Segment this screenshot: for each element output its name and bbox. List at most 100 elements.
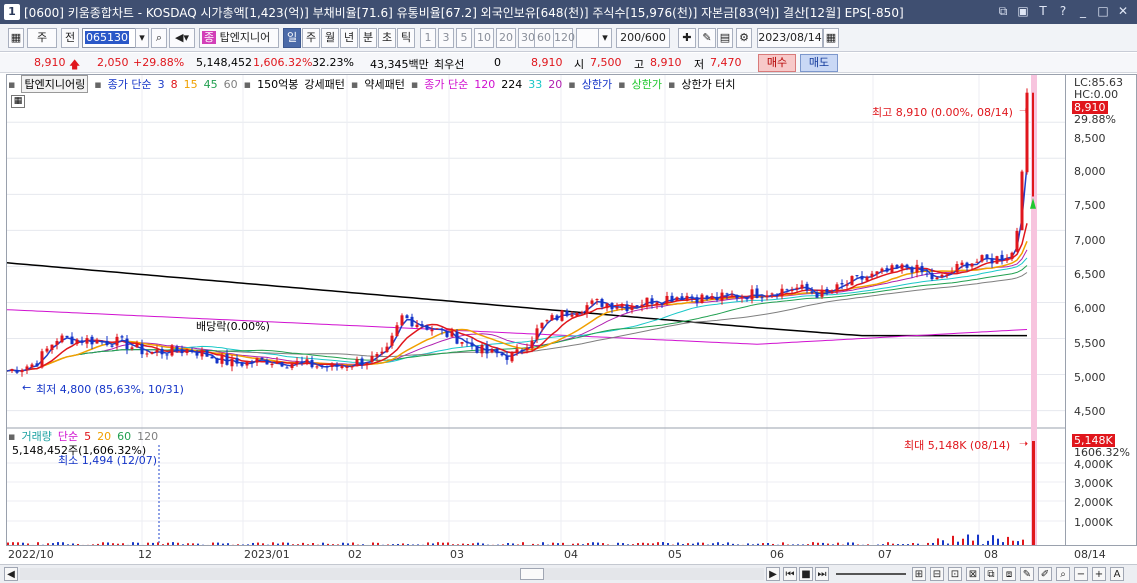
- settings-icon[interactable]: ⚙: [736, 28, 752, 48]
- bar-count-total: /600: [641, 31, 666, 44]
- candle-body: [30, 364, 34, 368]
- custom-dropdown-icon[interactable]: ▾: [598, 28, 612, 48]
- view2-icon[interactable]: ⊟: [930, 567, 944, 581]
- period-day[interactable]: 일: [283, 28, 301, 48]
- volume-ma-20[interactable]: 20: [97, 430, 111, 443]
- help-icon[interactable]: ?: [1055, 3, 1071, 19]
- ma-60-line: [7, 272, 1028, 372]
- ma-15[interactable]: 15: [184, 78, 198, 91]
- date-axis[interactable]: 2022/10 12 2023/01 02 03 04 05 06 07 08 …: [6, 545, 1137, 563]
- period-year[interactable]: 년: [340, 28, 358, 48]
- candle-body: [310, 360, 314, 368]
- stock-type-select[interactable]: 주: [27, 28, 57, 48]
- ma-60[interactable]: 60: [224, 78, 238, 91]
- candle-body: [265, 360, 269, 365]
- zoom-search-icon[interactable]: ⌕: [1056, 567, 1070, 581]
- ma-3[interactable]: 3: [158, 78, 165, 91]
- period-month[interactable]: 월: [321, 28, 339, 48]
- minute-10[interactable]: 10: [474, 28, 494, 48]
- maximize-icon[interactable]: □: [1095, 3, 1111, 19]
- candle-body: [680, 296, 684, 300]
- scroll-track[interactable]: [20, 568, 764, 580]
- candle-body: [990, 258, 994, 264]
- period-minute[interactable]: 분: [359, 28, 377, 48]
- legend-upper-limit-2[interactable]: 상한가: [632, 76, 662, 92]
- minute-3[interactable]: 3: [438, 28, 454, 48]
- layout-icon[interactable]: ▦: [8, 28, 24, 48]
- ma-224-line: [7, 262, 1027, 337]
- crosshair-icon[interactable]: ✚: [678, 28, 696, 48]
- code-dropdown-icon[interactable]: ▾: [135, 28, 149, 48]
- legend-upper-limit[interactable]: 상한가: [582, 76, 612, 92]
- link-icon[interactable]: ⧉: [995, 3, 1011, 19]
- minimize-icon[interactable]: _: [1075, 3, 1091, 19]
- window-title: [0600] 키움종합차트 - KOSDAQ 시가총액[1,423(억)] 부채…: [24, 5, 904, 20]
- candle-body: [120, 336, 124, 338]
- compare-icon[interactable]: ⧉: [984, 567, 998, 581]
- restore-icon[interactable]: ▣: [1015, 3, 1031, 19]
- chart-canvas[interactable]: [7, 75, 1066, 546]
- ma-33[interactable]: 33: [528, 78, 542, 91]
- font-icon[interactable]: T: [1035, 3, 1051, 19]
- candle-body: [570, 314, 574, 317]
- minute-5[interactable]: 5: [456, 28, 472, 48]
- first-icon[interactable]: ⏮: [783, 567, 797, 581]
- link2-icon[interactable]: ⧈: [1002, 567, 1016, 581]
- bar-count-input[interactable]: 200/600: [616, 28, 670, 48]
- sell-button[interactable]: 매도: [800, 54, 838, 72]
- sound-icon[interactable]: ◀▾: [169, 28, 195, 48]
- legend-upper-touch[interactable]: 상한가 터치: [681, 76, 735, 92]
- chart-area[interactable]: [6, 74, 1066, 546]
- candle-body: [490, 349, 494, 353]
- ma2-label[interactable]: 종가 단순: [424, 76, 468, 92]
- tool2-icon[interactable]: ✐: [1038, 567, 1052, 581]
- stop-icon[interactable]: ■: [799, 567, 813, 581]
- legend-150-candle[interactable]: 150억봉: [257, 76, 298, 92]
- close-icon[interactable]: ✕: [1115, 3, 1131, 19]
- tool-icon[interactable]: ✎: [1020, 567, 1034, 581]
- market-select[interactable]: 전: [61, 28, 79, 48]
- period-week[interactable]: 주: [302, 28, 320, 48]
- scroll-thumb[interactable]: [520, 568, 544, 580]
- period-second[interactable]: 초: [378, 28, 396, 48]
- bottom-scrollbar[interactable]: ◀ ▶ ⏮ ■ ⏭ ⊞ ⊟ ⊡ ⊠ ⧉ ⧈ ✎ ✐ ⌕ − + A: [0, 564, 1137, 583]
- candle-body: [330, 363, 334, 367]
- zoom-in-icon[interactable]: +: [1092, 567, 1106, 581]
- minute-20[interactable]: 20: [496, 28, 516, 48]
- ma-label[interactable]: 종가 단순: [108, 76, 152, 92]
- scroll-right-icon[interactable]: ▶: [766, 567, 780, 581]
- volume-ma-5[interactable]: 5: [84, 430, 91, 443]
- mode2-icon[interactable]: ⊠: [966, 567, 980, 581]
- legend-bull-pattern[interactable]: 강세패턴: [304, 76, 344, 92]
- last-icon[interactable]: ⏭: [815, 567, 829, 581]
- draw-tool-icon[interactable]: ✎: [698, 28, 716, 48]
- legend-bear-pattern[interactable]: 약세패턴: [364, 76, 404, 92]
- mode-icon[interactable]: ⊡: [948, 567, 962, 581]
- table-icon[interactable]: ▦: [11, 95, 25, 108]
- volume-ma-60[interactable]: 60: [117, 430, 131, 443]
- candle-body: [300, 361, 304, 363]
- ma-120[interactable]: 120: [474, 78, 495, 91]
- ma-20[interactable]: 20: [548, 78, 562, 91]
- zoom-out-icon[interactable]: −: [1074, 567, 1088, 581]
- ma-8[interactable]: 8: [171, 78, 178, 91]
- stock-legend-name[interactable]: 탑엔지니어링: [21, 75, 89, 93]
- minute-120[interactable]: 120: [553, 28, 575, 48]
- minute-60[interactable]: 60: [534, 28, 554, 48]
- calendar-icon[interactable]: ▦: [823, 28, 839, 48]
- scroll-left-icon[interactable]: ◀: [4, 567, 18, 581]
- stock-name-field[interactable]: 종 탑엔지니어: [199, 28, 279, 48]
- ma-45[interactable]: 45: [204, 78, 218, 91]
- font-size-icon[interactable]: A: [1110, 567, 1124, 581]
- view-icon[interactable]: ⊞: [912, 567, 926, 581]
- minute-1[interactable]: 1: [420, 28, 436, 48]
- save-icon[interactable]: ▤: [717, 28, 733, 48]
- period-tick[interactable]: 틱: [397, 28, 415, 48]
- date-input[interactable]: 2023/08/14: [757, 28, 823, 48]
- search-icon[interactable]: ⌕: [151, 28, 167, 48]
- volume-ma-120[interactable]: 120: [137, 430, 158, 443]
- buy-button[interactable]: 매수: [758, 54, 796, 72]
- price-axis[interactable]: LC:85.63 HC:0.00 8,910 29.88% 8,500 8,00…: [1066, 74, 1137, 546]
- ma-224[interactable]: 224: [501, 78, 522, 91]
- zoom-slider[interactable]: [836, 573, 906, 575]
